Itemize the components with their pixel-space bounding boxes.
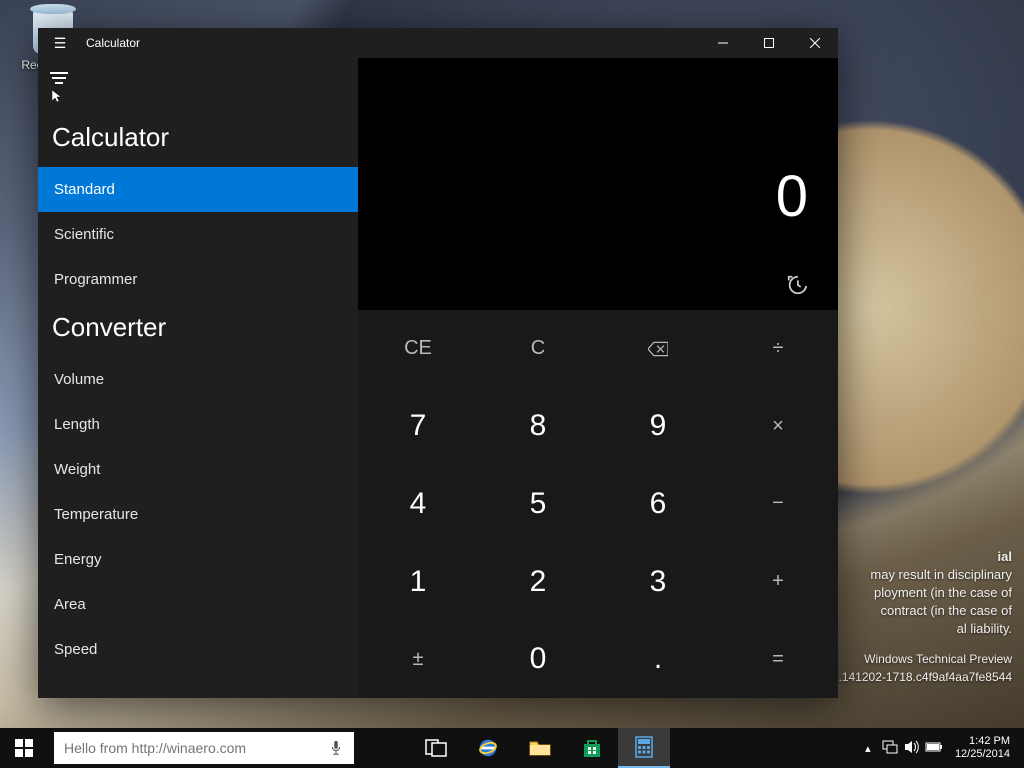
watermark-heading: ial — [998, 549, 1012, 564]
key-plus-minus[interactable]: ± — [358, 620, 478, 698]
taskbar-search[interactable] — [54, 732, 354, 764]
tray-date: 12/25/2014 — [955, 748, 1010, 761]
maximize-button[interactable] — [746, 28, 792, 58]
key-9[interactable]: 9 — [598, 388, 718, 466]
folder-icon — [529, 739, 551, 757]
sidebar-item-speed[interactable]: Speed — [38, 627, 358, 672]
titlebar[interactable]: ☰ Calculator — [38, 28, 838, 58]
sidebar-item-volume[interactable]: Volume — [38, 357, 358, 402]
tray-overflow[interactable]: ▴ — [857, 742, 879, 755]
desktop: Recycle Bin ial may result in disciplina… — [0, 0, 1024, 768]
calc-display: 0 — [358, 58, 838, 310]
calculator-main: 0 CE C — [358, 58, 838, 698]
close-button[interactable] — [792, 28, 838, 58]
minimize-button[interactable] — [700, 28, 746, 58]
key-ce[interactable]: CE — [358, 310, 478, 388]
tray-time: 1:42 PM — [955, 735, 1010, 748]
sidebar-item-temperature[interactable]: Temperature — [38, 492, 358, 537]
collapse-menu-icon — [50, 72, 68, 88]
taskbar-store[interactable] — [566, 728, 618, 768]
key-decimal[interactable]: . — [598, 620, 718, 698]
search-input[interactable] — [64, 740, 328, 756]
window-title: Calculator — [82, 36, 700, 50]
cursor-icon — [52, 90, 64, 102]
sidebar-item-scientific[interactable]: Scientific — [38, 212, 358, 257]
key-3[interactable]: 3 — [598, 543, 718, 621]
system-tray: ▴ 1:42 PM 12/25/2014 — [857, 728, 1024, 768]
key-add[interactable]: + — [718, 543, 838, 621]
start-button[interactable] — [0, 728, 48, 768]
sidebar-item-length[interactable]: Length — [38, 402, 358, 447]
tray-battery-icon[interactable] — [923, 741, 945, 756]
history-icon — [786, 274, 808, 296]
key-multiply[interactable]: × — [718, 388, 838, 466]
sidebar-item-weight[interactable]: Weight — [38, 447, 358, 492]
sidebar-item-area[interactable]: Area — [38, 582, 358, 627]
taskbar-ie[interactable] — [462, 728, 514, 768]
key-subtract[interactable]: − — [718, 465, 838, 543]
taskbar-task-view[interactable] — [410, 728, 462, 768]
task-view-icon — [425, 739, 447, 757]
history-button[interactable] — [786, 274, 808, 296]
key-backspace[interactable] — [598, 310, 718, 388]
key-5[interactable]: 5 — [478, 465, 598, 543]
sidebar: Calculator Standard Scientific Programme… — [38, 58, 358, 698]
tray-volume-icon[interactable] — [901, 740, 923, 757]
backspace-icon — [648, 339, 668, 359]
key-c[interactable]: C — [478, 310, 598, 388]
ie-icon — [477, 737, 499, 759]
sidebar-item-programmer[interactable]: Programmer — [38, 257, 358, 302]
tray-network-icon[interactable] — [879, 740, 901, 757]
calculator-window: ☰ Calculator — [38, 28, 838, 698]
windows-logo-icon — [15, 739, 33, 757]
display-value: 0 — [776, 163, 808, 230]
microphone-icon[interactable] — [328, 740, 344, 756]
key-7[interactable]: 7 — [358, 388, 478, 466]
tray-clock[interactable]: 1:42 PM 12/25/2014 — [945, 735, 1020, 761]
store-icon — [582, 738, 602, 758]
key-1[interactable]: 1 — [358, 543, 478, 621]
key-8[interactable]: 8 — [478, 388, 598, 466]
hamburger-button[interactable]: ☰ — [38, 35, 82, 52]
sidebar-section-converter: Converter — [38, 302, 358, 357]
key-2[interactable]: 2 — [478, 543, 598, 621]
key-0[interactable]: 0 — [478, 620, 598, 698]
key-6[interactable]: 6 — [598, 465, 718, 543]
taskbar-file-explorer[interactable] — [514, 728, 566, 768]
key-divide[interactable]: ÷ — [718, 310, 838, 388]
sidebar-collapse-button[interactable] — [38, 66, 358, 112]
calculator-icon — [635, 736, 653, 758]
taskbar-calculator[interactable] — [618, 728, 670, 768]
keypad: CE C ÷ 7 8 9 × 4 5 — [358, 310, 838, 698]
key-equals[interactable]: = — [718, 620, 838, 698]
sidebar-item-energy[interactable]: Energy — [38, 537, 358, 582]
sidebar-section-calculator: Calculator — [38, 112, 358, 167]
key-4[interactable]: 4 — [358, 465, 478, 543]
taskbar-items — [410, 728, 670, 768]
taskbar: ▴ 1:42 PM 12/25/2014 — [0, 728, 1024, 768]
sidebar-item-standard[interactable]: Standard — [38, 167, 358, 212]
